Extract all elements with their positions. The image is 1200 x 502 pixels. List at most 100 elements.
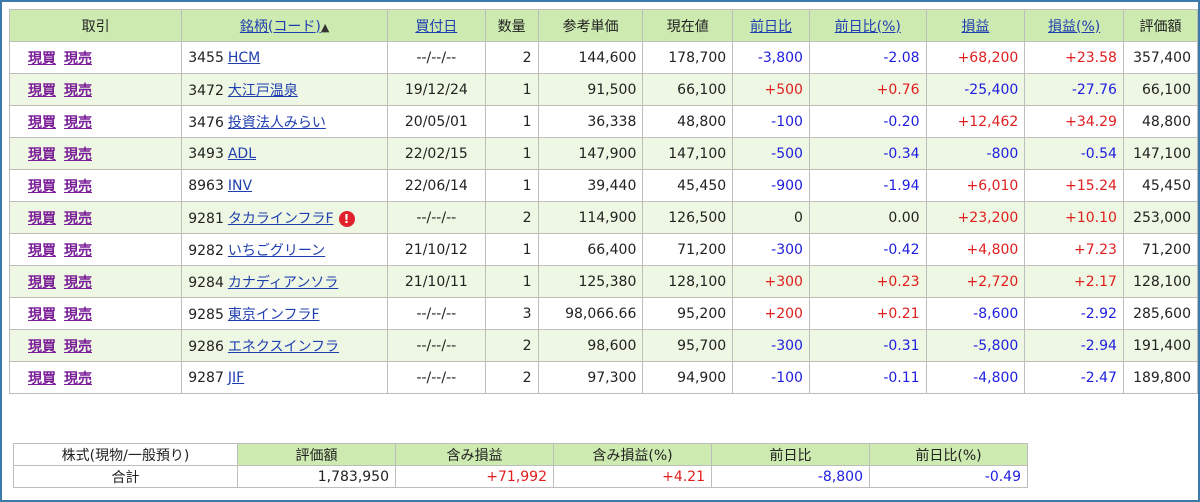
table-row: 現買 現売 3476 投資法人みらい 20/05/01 1 36,338 48,800 -100… xyxy=(8,105,1199,138)
buy-date: --/--/-- xyxy=(386,201,486,234)
stock-name-link[interactable]: カナディアンソラ xyxy=(228,275,338,291)
sort-link-day-change-pct[interactable]: 前日比(%) xyxy=(835,19,901,35)
buy-date: 22/02/15 xyxy=(386,137,486,170)
current-price: 48,800 xyxy=(642,105,734,138)
col-header-name[interactable]: 銘柄(コード)▲ xyxy=(181,9,388,42)
sort-link-pl-pct[interactable]: 損益(%) xyxy=(1048,19,1100,35)
profit-loss: -4,800 xyxy=(925,361,1026,394)
buy-link[interactable]: 現買 xyxy=(28,211,56,227)
table-row: 現買 現売 9281 タカラインフラF! --/--/-- 2 114,900 126,500… xyxy=(8,201,1199,234)
sell-link[interactable]: 現売 xyxy=(64,115,92,131)
current-price: 94,900 xyxy=(642,361,734,394)
trade-cell: 現買 現売 xyxy=(8,361,183,394)
day-change: +300 xyxy=(732,265,810,298)
name-cell: 3472 大江戸温泉 xyxy=(181,73,388,106)
sort-link-day-change[interactable]: 前日比 xyxy=(750,19,792,35)
stock-name-link[interactable]: JIF xyxy=(228,370,244,386)
col-header-value: 評価額 xyxy=(1122,9,1199,42)
valuation: 253,000 xyxy=(1122,201,1199,234)
day-change-pct: +0.21 xyxy=(808,297,927,330)
trade-cell: 現買 現売 xyxy=(8,73,183,106)
buy-link[interactable]: 現買 xyxy=(28,51,56,67)
sell-link[interactable]: 現売 xyxy=(64,147,92,163)
sort-link-pl[interactable]: 損益 xyxy=(961,19,989,35)
name-cell: 9285 東京インフラF xyxy=(181,297,388,330)
sort-link-buy-date[interactable]: 買付日 xyxy=(415,19,457,35)
profit-loss-pct: -2.92 xyxy=(1024,297,1124,330)
stock-name-link[interactable]: 東京インフラF xyxy=(228,307,320,323)
current-price: 126,500 xyxy=(642,201,734,234)
summary-table: 株式(現物/一般預り) 評価額 含み損益 含み損益(%) 前日比 前日比(%) … xyxy=(13,443,1028,488)
portfolio-panel: 取引 銘柄(コード)▲ 買付日 数量 参考単価 現在値 前日比 前日比(%) 損… xyxy=(0,0,1200,502)
col-header-pl[interactable]: 損益 xyxy=(925,9,1026,42)
current-price: 128,100 xyxy=(642,265,734,298)
stock-name-link[interactable]: 投資法人みらい xyxy=(228,115,326,131)
buy-link[interactable]: 現買 xyxy=(28,307,56,323)
buy-link[interactable]: 現買 xyxy=(28,371,56,387)
name-cell: 9281 タカラインフラF! xyxy=(181,201,388,234)
stock-name-link[interactable]: HCM xyxy=(228,50,260,66)
stock-name-link[interactable]: いちごグリーン xyxy=(228,243,325,259)
sort-link-name[interactable]: 銘柄(コード) xyxy=(240,19,321,35)
profit-loss: +4,800 xyxy=(925,233,1026,266)
buy-link[interactable]: 現買 xyxy=(28,115,56,131)
day-change-pct: -0.42 xyxy=(808,233,927,266)
stock-name-link[interactable]: 大江戸温泉 xyxy=(228,83,298,99)
profit-loss: +23,200 xyxy=(925,201,1026,234)
sell-link[interactable]: 現売 xyxy=(64,243,92,259)
ref-price: 114,900 xyxy=(537,201,644,234)
buy-link[interactable]: 現買 xyxy=(28,147,56,163)
sell-link[interactable]: 現売 xyxy=(64,307,92,323)
sell-link[interactable]: 現売 xyxy=(64,83,92,99)
trade-cell: 現買 現売 xyxy=(8,105,183,138)
buy-link[interactable]: 現買 xyxy=(28,179,56,195)
profit-loss-pct: +7.23 xyxy=(1024,233,1124,266)
summary-day-change: -8,800 xyxy=(711,465,870,488)
buy-date: 22/06/14 xyxy=(386,169,486,202)
buy-date: --/--/-- xyxy=(386,329,486,362)
stock-code: 3476 xyxy=(188,114,224,131)
day-change-pct: -0.34 xyxy=(808,137,927,170)
col-header-day-change[interactable]: 前日比 xyxy=(732,9,810,42)
quantity: 2 xyxy=(484,329,539,362)
sell-link[interactable]: 現売 xyxy=(64,339,92,355)
col-header-buy-date[interactable]: 買付日 xyxy=(386,9,486,42)
stock-name-link[interactable]: タカラインフラF xyxy=(228,211,334,227)
stock-name-link[interactable]: INV xyxy=(228,178,252,194)
quantity: 3 xyxy=(484,297,539,330)
sell-link[interactable]: 現売 xyxy=(64,275,92,291)
buy-date: 20/05/01 xyxy=(386,105,486,138)
buy-link[interactable]: 現買 xyxy=(28,275,56,291)
col-header-day-change-pct[interactable]: 前日比(%) xyxy=(808,9,927,42)
sell-link[interactable]: 現売 xyxy=(64,371,92,387)
valuation: 71,200 xyxy=(1122,233,1199,266)
profit-loss: +2,720 xyxy=(925,265,1026,298)
current-price: 45,450 xyxy=(642,169,734,202)
ref-price: 36,338 xyxy=(537,105,644,138)
stock-code: 9286 xyxy=(188,338,224,355)
ref-price: 144,600 xyxy=(537,41,644,74)
alert-icon[interactable]: ! xyxy=(338,210,355,227)
holdings-table: 取引 銘柄(コード)▲ 買付日 数量 参考単価 現在値 前日比 前日比(%) 損… xyxy=(8,9,1199,394)
current-price: 147,100 xyxy=(642,137,734,170)
stock-name-link[interactable]: ADL xyxy=(228,146,256,162)
valuation: 147,100 xyxy=(1122,137,1199,170)
sell-link[interactable]: 現売 xyxy=(64,51,92,67)
table-row: 現買 現売 3493 ADL 22/02/15 1 147,900 147,100 -500 -0… xyxy=(8,137,1199,170)
buy-date: 21/10/12 xyxy=(386,233,486,266)
buy-link[interactable]: 現買 xyxy=(28,339,56,355)
stock-name-link[interactable]: エネクスインフラ xyxy=(228,339,339,355)
sell-link[interactable]: 現売 xyxy=(64,179,92,195)
buy-link[interactable]: 現買 xyxy=(28,83,56,99)
buy-link[interactable]: 現買 xyxy=(28,243,56,259)
table-row: 現買 現売 9285 東京インフラF --/--/-- 3 98,066.66 95,200 +… xyxy=(8,297,1199,330)
profit-loss: +12,462 xyxy=(925,105,1026,138)
name-cell: 3493 ADL xyxy=(181,137,388,170)
summary-total-label: 合計 xyxy=(13,465,238,488)
sell-link[interactable]: 現売 xyxy=(64,211,92,227)
summary-label: 株式(現物/一般預り) xyxy=(13,443,238,466)
day-change: 0 xyxy=(732,201,810,234)
col-header-pl-pct[interactable]: 損益(%) xyxy=(1024,9,1124,42)
profit-loss-pct: +2.17 xyxy=(1024,265,1124,298)
profit-loss: -8,600 xyxy=(925,297,1026,330)
